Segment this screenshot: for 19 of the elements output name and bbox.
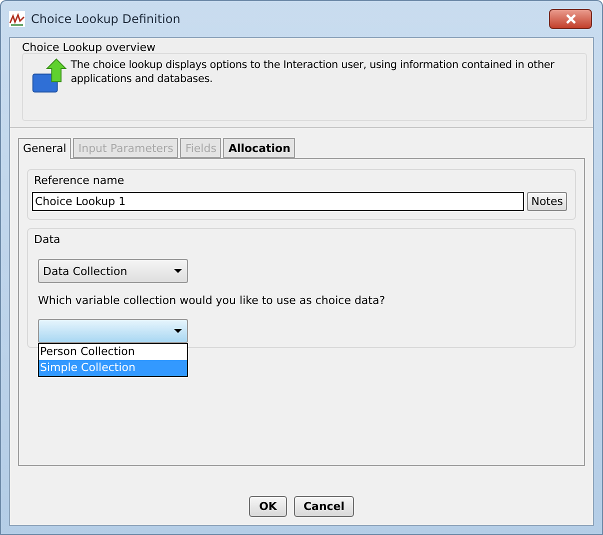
question-text: Which variable collection would you like to use as choice data? <box>38 294 386 307</box>
caret-icon <box>174 329 182 333</box>
close-icon <box>564 14 576 24</box>
group-title: Data <box>34 233 62 246</box>
tab[interactable]: Allocation <box>223 138 296 158</box>
window-title: Choice Lookup Definition <box>31 12 182 26</box>
overview-title: Choice Lookup overview <box>22 41 156 54</box>
data-source-dropdown[interactable]: Data Collection <box>38 259 188 283</box>
ok-button[interactable]: OK <box>249 496 287 517</box>
reference-name-field[interactable]: Choice Lookup 1 <box>32 192 524 211</box>
upload-icon <box>31 58 67 94</box>
group-title: Reference name <box>34 174 126 187</box>
app-logo-icon <box>9 11 25 27</box>
cancel-button[interactable]: Cancel <box>294 496 354 517</box>
close-button[interactable] <box>549 9 592 29</box>
tab[interactable]: General <box>18 138 72 159</box>
notes-button[interactable]: Notes <box>527 192 567 211</box>
overview-description: The choice lookup displays options to the Interaction user, using information contained in other applications and databases. <box>70 58 556 87</box>
caret-icon <box>174 269 182 273</box>
